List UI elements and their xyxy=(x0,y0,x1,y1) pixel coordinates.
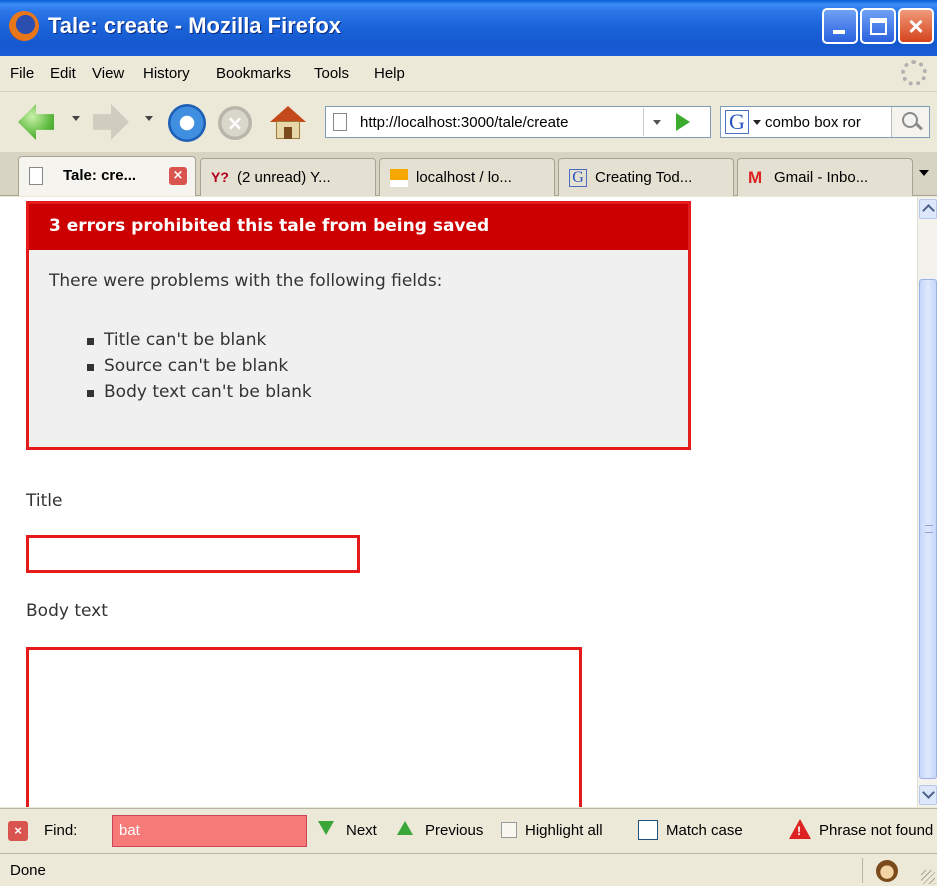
tab-phpmyadmin[interactable]: localhost / lo... xyxy=(379,158,555,196)
tab-strip: Tale: cre... × Y? (2 unread) Y... localh… xyxy=(0,152,937,196)
yahoo-icon: Y? xyxy=(211,169,229,185)
back-history-dropdown[interactable] xyxy=(72,116,80,121)
find-input[interactable]: bat xyxy=(112,815,307,847)
page-icon xyxy=(29,167,43,185)
scroll-down-button[interactable] xyxy=(919,785,937,805)
resize-grip-icon[interactable] xyxy=(921,870,935,884)
match-case-checkbox[interactable] xyxy=(638,820,658,840)
scroll-up-button[interactable] xyxy=(919,199,937,219)
window-title: Tale: create - Mozilla Firefox xyxy=(48,13,342,38)
tab-label: Creating Tod... xyxy=(595,169,693,186)
navigation-toolbar: × http://localhost:3000/tale/create G co… xyxy=(0,92,937,152)
tab-yahoo-mail[interactable]: Y? (2 unread) Y... xyxy=(200,158,376,196)
warning-icon: ! xyxy=(789,819,811,839)
reload-button[interactable] xyxy=(168,104,206,142)
status-divider xyxy=(862,858,863,883)
menu-history[interactable]: History xyxy=(143,65,190,82)
minimize-button[interactable] xyxy=(822,8,858,44)
error-explanation-box: 3 errors prohibited this tale from being… xyxy=(26,201,691,450)
maximize-button[interactable] xyxy=(860,8,896,44)
body-text-label: Body text xyxy=(26,601,108,621)
throbber-icon xyxy=(901,60,927,86)
tab-tale-create[interactable]: Tale: cre... × xyxy=(18,156,196,196)
firefox-window: Tale: create - Mozilla Firefox × File Ed… xyxy=(0,0,937,886)
stop-icon: × xyxy=(226,111,244,135)
tab-label: Gmail - Inbo... xyxy=(774,169,869,186)
error-intro: There were problems with the following f… xyxy=(49,271,443,291)
grip-icon xyxy=(925,525,933,533)
home-icon-door xyxy=(284,127,292,139)
highlight-all-button[interactable]: Highlight all xyxy=(525,822,603,839)
tab-gmail[interactable]: M Gmail - Inbo... xyxy=(737,158,913,196)
address-bar[interactable]: http://localhost:3000/tale/create xyxy=(325,106,711,138)
error-list: Title can't be blank Source can't be bla… xyxy=(87,330,312,408)
status-text: Done xyxy=(10,862,46,879)
maximize-icon xyxy=(870,18,887,35)
menu-help[interactable]: Help xyxy=(374,65,405,82)
error-item: Source can't be blank xyxy=(87,356,312,382)
tab-label: Tale: cre... xyxy=(63,167,137,184)
page-content: 3 errors prohibited this tale from being… xyxy=(0,197,917,807)
error-item: Body text can't be blank xyxy=(87,382,312,408)
close-button[interactable]: × xyxy=(898,8,934,44)
scrollbar-thumb[interactable] xyxy=(919,279,937,779)
find-previous-button[interactable]: Previous xyxy=(425,822,483,839)
arrow-up-icon[interactable] xyxy=(397,821,413,835)
title-label: Title xyxy=(26,491,63,511)
find-close-button[interactable]: × xyxy=(8,821,28,841)
menu-file[interactable]: File xyxy=(10,65,34,82)
tab-label: localhost / lo... xyxy=(416,169,512,186)
search-box[interactable]: G combo box ror xyxy=(720,106,930,138)
arrow-down-icon[interactable] xyxy=(318,821,334,835)
minimize-icon xyxy=(833,30,845,34)
greasemonkey-icon[interactable] xyxy=(876,860,898,882)
tab-list-dropdown-icon[interactable] xyxy=(919,170,929,176)
google-icon[interactable]: G xyxy=(725,110,749,134)
firefox-icon xyxy=(9,11,39,41)
title-bar: Tale: create - Mozilla Firefox × xyxy=(0,0,937,56)
stop-button[interactable]: × xyxy=(218,106,252,140)
title-input[interactable] xyxy=(26,535,360,573)
url-history-dropdown[interactable] xyxy=(643,108,670,136)
error-item: Title can't be blank xyxy=(87,330,312,356)
vertical-scrollbar[interactable] xyxy=(917,197,937,807)
find-bar: × Find: bat Next Previous Highlight all … xyxy=(0,808,937,852)
menu-bookmarks[interactable]: Bookmarks xyxy=(216,65,291,82)
error-heading: 3 errors prohibited this tale from being… xyxy=(29,204,688,250)
phpmyadmin-icon xyxy=(390,169,408,187)
close-icon: × xyxy=(908,11,924,41)
menu-view[interactable]: View xyxy=(92,65,124,82)
tab-label: (2 unread) Y... xyxy=(237,169,331,186)
forward-button[interactable] xyxy=(93,104,129,140)
menu-bar: File Edit View History Bookmarks Tools H… xyxy=(0,56,937,92)
body-text-textarea[interactable] xyxy=(26,647,582,807)
page-icon xyxy=(333,113,347,131)
url-text[interactable]: http://localhost:3000/tale/create xyxy=(360,114,568,131)
menu-edit[interactable]: Edit xyxy=(50,65,76,82)
tab-close-button[interactable]: × xyxy=(169,167,187,185)
status-bar: Done xyxy=(0,853,937,886)
back-button[interactable] xyxy=(18,104,54,140)
google-icon: G xyxy=(569,169,587,187)
find-next-button[interactable]: Next xyxy=(346,822,377,839)
go-button[interactable] xyxy=(676,113,690,131)
find-label: Find: xyxy=(44,822,78,839)
search-button[interactable] xyxy=(891,107,929,137)
match-case-label[interactable]: Match case xyxy=(666,822,743,839)
gmail-icon: M xyxy=(748,168,763,187)
forward-history-dropdown[interactable] xyxy=(145,116,153,121)
engine-dropdown-icon[interactable] xyxy=(753,120,761,125)
warning-glyph: ! xyxy=(797,824,801,838)
menu-tools[interactable]: Tools xyxy=(314,65,349,82)
home-icon xyxy=(270,106,306,122)
highlight-icon[interactable] xyxy=(501,822,517,838)
search-input[interactable]: combo box ror xyxy=(765,114,861,131)
home-button[interactable] xyxy=(270,106,306,140)
tab-google[interactable]: G Creating Tod... xyxy=(558,158,734,196)
find-status: Phrase not found xyxy=(819,822,934,839)
